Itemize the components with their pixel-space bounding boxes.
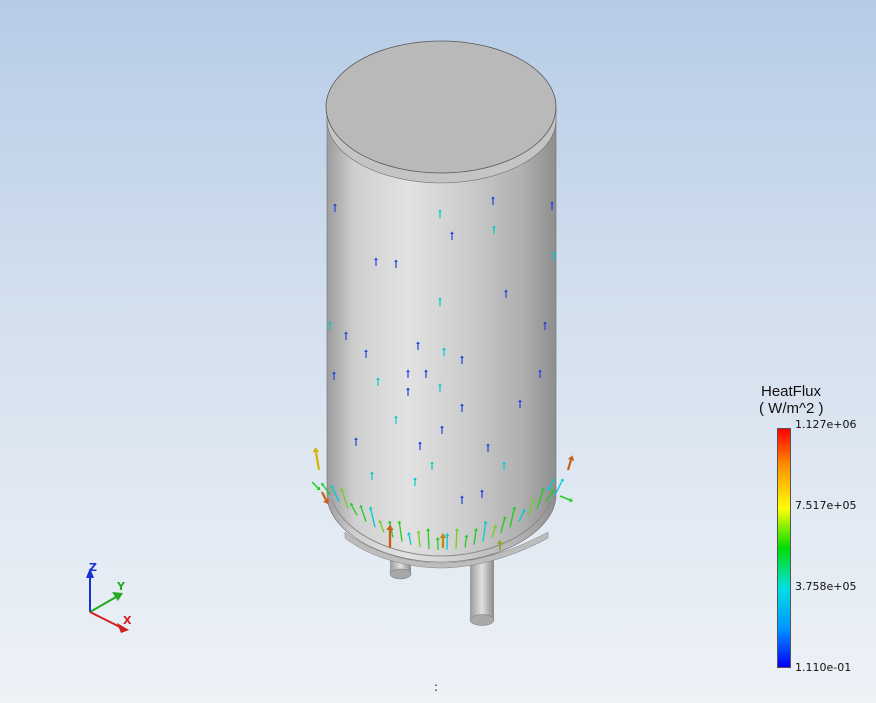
legend-tick-mid: 3.758e+05 bbox=[795, 580, 857, 593]
legend-tick-max: 1.127e+06 bbox=[795, 418, 857, 431]
heat-flux-vector bbox=[566, 459, 573, 471]
legend-tick-high: 7.517e+05 bbox=[795, 499, 857, 512]
heat-flux-vector bbox=[314, 451, 321, 471]
tank-body bbox=[326, 119, 557, 569]
heat-flux-vector bbox=[559, 495, 571, 501]
heat-flux-vector bbox=[321, 491, 327, 501]
tank-lid bbox=[325, 40, 557, 184]
y-axis-arrow bbox=[112, 592, 123, 601]
legend-colorbar bbox=[777, 428, 791, 668]
legend-title: HeatFlux bbox=[761, 383, 822, 400]
heat-flux-vector bbox=[311, 481, 319, 489]
heat-flux-vector-head bbox=[312, 447, 320, 453]
z-axis-label: Z bbox=[89, 561, 97, 574]
legend-tick-min: 1.110e-01 bbox=[795, 661, 852, 674]
y-axis-label: Y bbox=[117, 580, 125, 593]
graphics-viewport[interactable]: Z Y X HeatFlux ( W/m^2 ) 1.127e+06 7.517… bbox=[0, 0, 876, 703]
status-text: : bbox=[434, 680, 439, 694]
heat-flux-vector bbox=[455, 530, 458, 550]
heat-flux-vector bbox=[427, 530, 430, 550]
x-axis-label: X bbox=[123, 614, 132, 627]
legend-units: ( W/m^2 ) bbox=[759, 400, 824, 417]
tank-model-view[interactable] bbox=[0, 0, 876, 703]
